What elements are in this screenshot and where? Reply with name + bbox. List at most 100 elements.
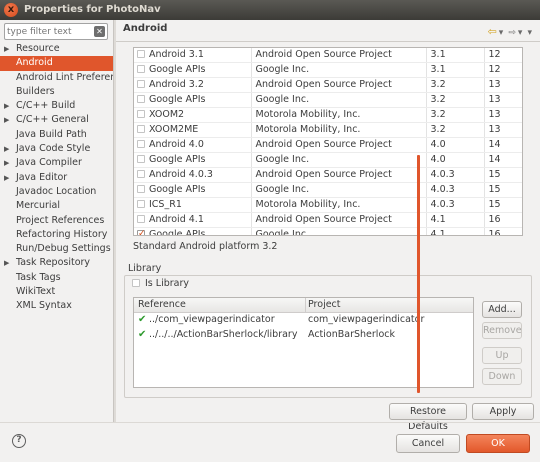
- vendor-label: Google Inc.: [255, 94, 310, 105]
- expand-arrow-icon[interactable]: ▶: [4, 42, 9, 56]
- table-row[interactable]: ICS_R1 Motorola Mobility, Inc. 4.0.3 15: [134, 197, 522, 213]
- apply-button[interactable]: Apply: [472, 403, 534, 420]
- sidebar-item[interactable]: ▶ Java Editor: [0, 171, 113, 185]
- target-checkbox[interactable]: [137, 125, 145, 133]
- forward-arrow-icon[interactable]: ⇨: [508, 28, 516, 38]
- build-target-table[interactable]: Android 3.1 Android Open Source Project 3.…: [133, 47, 523, 236]
- table-row[interactable]: XOOM2 Motorola Mobility, Inc. 3.2 13: [134, 107, 522, 123]
- target-checkbox[interactable]: [137, 50, 145, 58]
- move-up-button[interactable]: Up: [482, 347, 522, 364]
- target-checkbox[interactable]: [137, 215, 145, 223]
- vendor-cell: Google Inc.: [251, 152, 427, 168]
- target-checkbox[interactable]: [137, 170, 145, 178]
- sidebar-item[interactable]: Refactoring History: [0, 228, 113, 242]
- project-column-header[interactable]: Project: [308, 299, 341, 310]
- sidebar-item[interactable]: ▶ C/C++ General: [0, 113, 113, 127]
- name-label: Android 4.0: [149, 139, 204, 150]
- table-row[interactable]: Android 3.1 Android Open Source Project 3.…: [134, 48, 522, 63]
- api-cell: 12: [484, 48, 522, 63]
- expand-arrow-icon[interactable]: ▶: [4, 142, 9, 156]
- sidebar-item-label: Task Tags: [16, 271, 61, 283]
- target-checkbox[interactable]: [137, 80, 145, 88]
- vendor-label: Google Inc.: [255, 184, 310, 195]
- filter-input[interactable]: [7, 25, 89, 38]
- table-row[interactable]: XOOM2ME Motorola Mobility, Inc. 3.2 13: [134, 122, 522, 138]
- table-row[interactable]: ✔ ../../../ActionBarSherlock/library Act…: [134, 329, 473, 343]
- name-cell: Google APIs: [134, 62, 252, 78]
- library-group-title: Library: [128, 263, 162, 274]
- table-row[interactable]: Google APIs Google Inc. 4.0 14: [134, 152, 522, 168]
- table-row[interactable]: Google APIs Google Inc. 3.2 13: [134, 92, 522, 108]
- sidebar-item[interactable]: Android: [0, 56, 113, 71]
- back-arrow-icon[interactable]: ⇦: [488, 25, 497, 38]
- sidebar-item[interactable]: Mercurial: [0, 199, 113, 213]
- expand-arrow-icon[interactable]: ▶: [4, 99, 9, 113]
- sidebar-item[interactable]: ▶ Java Code Style: [0, 142, 113, 156]
- expand-arrow-icon[interactable]: ▶: [4, 171, 9, 185]
- forward-dropdown-icon[interactable]: ▾: [518, 28, 523, 38]
- expand-arrow-icon[interactable]: ▶: [4, 113, 9, 127]
- name-label: XOOM2ME: [149, 124, 199, 135]
- target-checkbox[interactable]: [137, 95, 145, 103]
- sidebar-item[interactable]: Builders: [0, 85, 113, 99]
- is-library-checkbox[interactable]: [132, 279, 140, 287]
- target-checkbox[interactable]: [137, 200, 145, 208]
- platform-cell: 3.2: [426, 107, 485, 123]
- expand-arrow-icon[interactable]: ▶: [4, 156, 9, 170]
- table-row[interactable]: Google APIs Google Inc. 3.1 12: [134, 62, 522, 78]
- sidebar-item[interactable]: Run/Debug Settings: [0, 242, 113, 256]
- sidebar-item[interactable]: ▶ Java Compiler: [0, 156, 113, 170]
- table-row[interactable]: ✔ ../com_viewpagerindicator com_viewpage…: [134, 314, 473, 328]
- sidebar-item[interactable]: XML Syntax: [0, 299, 113, 313]
- table-row[interactable]: Android 4.1 Android Open Source Project 4.…: [134, 212, 522, 228]
- cancel-button[interactable]: Cancel: [396, 434, 460, 453]
- platform-label: 4.0: [430, 154, 446, 165]
- sidebar-item[interactable]: Task Tags: [0, 271, 113, 285]
- expand-arrow-icon[interactable]: ▶: [4, 256, 9, 270]
- ok-button[interactable]: OK: [466, 434, 530, 453]
- vendor-cell: Motorola Mobility, Inc.: [251, 197, 427, 213]
- sidebar-item[interactable]: ▶ C/C++ Build: [0, 99, 113, 113]
- table-row[interactable]: Android 3.2 Android Open Source Project 3.…: [134, 77, 522, 93]
- project-cell: ActionBarSherlock: [308, 329, 395, 340]
- menu-dropdown-icon[interactable]: ▾: [527, 28, 532, 38]
- vendor-cell: Android Open Source Project: [251, 137, 427, 153]
- sidebar-item[interactable]: Javadoc Location: [0, 185, 113, 199]
- target-checkbox[interactable]: [137, 140, 145, 148]
- table-row[interactable]: Android 4.0 Android Open Source Project 4.…: [134, 137, 522, 153]
- library-reference-table[interactable]: Reference Project ✔ ../com_viewpagerindi…: [133, 297, 474, 388]
- remove-library-button[interactable]: Remove: [482, 322, 522, 339]
- sidebar-item[interactable]: WikiText: [0, 285, 113, 299]
- clear-filter-icon[interactable]: ✕: [94, 26, 105, 37]
- filter-box: ✕: [4, 23, 108, 40]
- target-checkbox[interactable]: [137, 65, 145, 73]
- table-row[interactable]: Google APIs Google Inc. 4.1 16: [134, 227, 522, 235]
- sidebar-item[interactable]: Android Lint Preferences: [0, 71, 113, 85]
- api-label: 16: [488, 214, 501, 225]
- restore-defaults-button[interactable]: Restore Defaults: [389, 403, 467, 432]
- sidebar-item-label: Java Editor: [16, 171, 68, 183]
- vertical-scrollbar[interactable]: [417, 155, 420, 393]
- table-row[interactable]: Android 4.0.3 Android Open Source Project…: [134, 167, 522, 183]
- reference-column-header[interactable]: Reference: [138, 299, 186, 310]
- target-checkbox[interactable]: [137, 110, 145, 118]
- target-checkbox[interactable]: [137, 228, 146, 235]
- add-library-button[interactable]: Add...: [482, 301, 522, 318]
- target-checkbox[interactable]: [137, 155, 145, 163]
- dropdown-icon[interactable]: ▾: [499, 28, 504, 38]
- vendor-label: Google Inc.: [255, 64, 310, 75]
- table-row[interactable]: Google APIs Google Inc. 4.0.3 15: [134, 182, 522, 198]
- move-down-button[interactable]: Down: [482, 368, 522, 385]
- target-checkbox[interactable]: [137, 185, 145, 193]
- close-icon[interactable]: x: [4, 3, 18, 17]
- sidebar-item[interactable]: ▶ Task Repository: [0, 256, 113, 270]
- sidebar-item-label: Javadoc Location: [16, 185, 97, 197]
- name-label: XOOM2: [149, 109, 185, 120]
- header-divider: [116, 41, 540, 42]
- sidebar-item[interactable]: ▶ Resource: [0, 42, 113, 56]
- help-icon[interactable]: ?: [12, 434, 26, 448]
- is-library-option[interactable]: Is Library: [132, 278, 189, 289]
- sidebar-item[interactable]: Java Build Path: [0, 128, 113, 142]
- sidebar-item[interactable]: Project References: [0, 214, 113, 228]
- sidebar-item-label: Project References: [16, 214, 105, 226]
